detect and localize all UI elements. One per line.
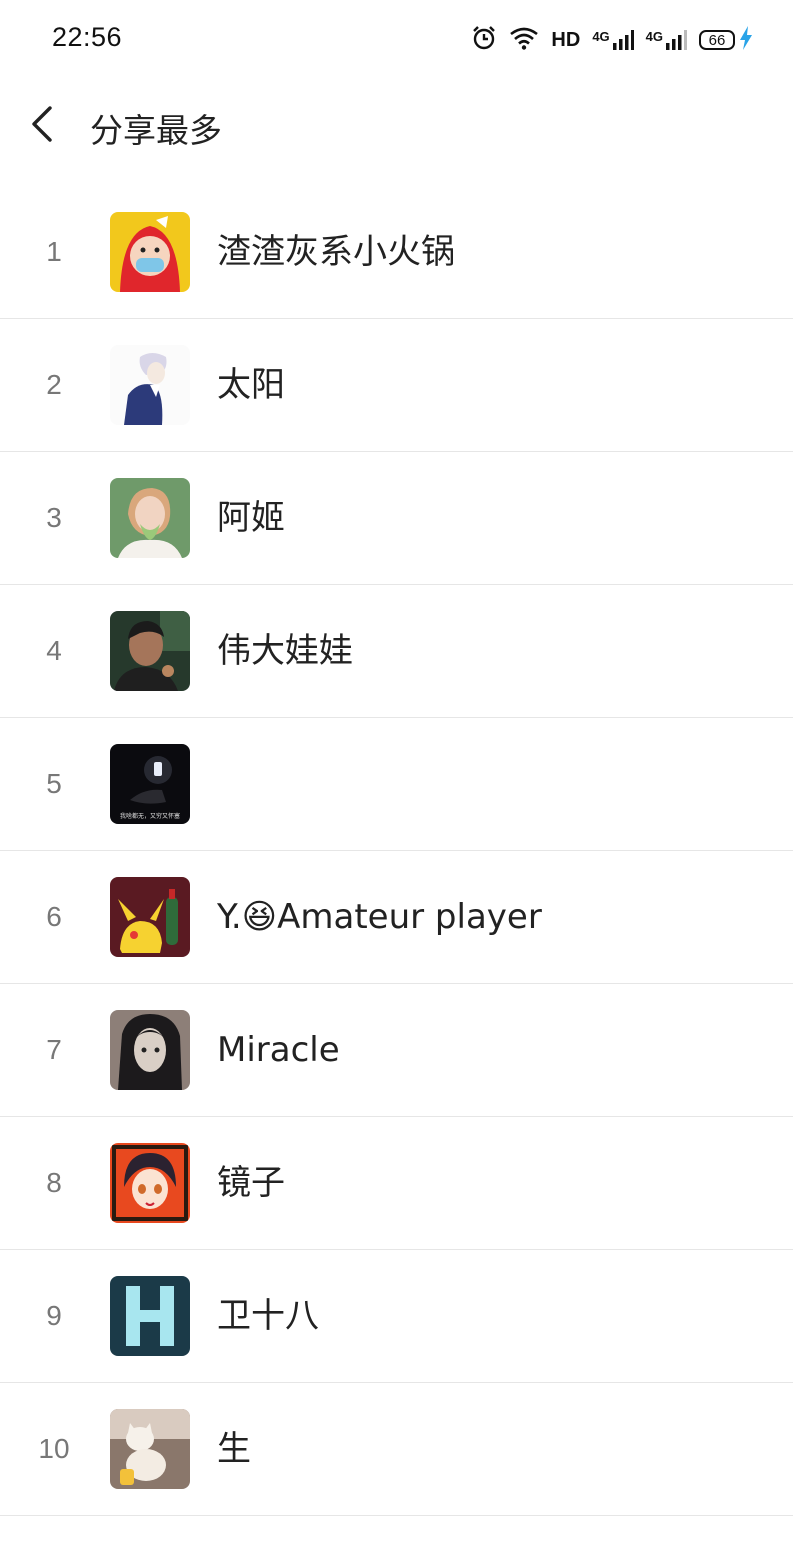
avatar [110, 1276, 190, 1356]
rank-number: 2 [46, 369, 62, 400]
status-icons: HD 4G 4G 66 [459, 22, 753, 58]
avatar [110, 877, 190, 957]
user-name: 渣渣灰系小火锅 [217, 232, 455, 272]
avatar [110, 1143, 190, 1223]
rank-number: 10 [38, 1433, 70, 1464]
list-item[interactable]: 6 Y.😆Amateur player [0, 851, 793, 984]
list-item[interactable]: 4 伟大娃娃 [0, 585, 793, 718]
chevron-left-icon [32, 106, 52, 142]
list-item[interactable]: 7 Miracle [0, 984, 793, 1117]
avatar [110, 1010, 190, 1090]
battery-icon: 66 [699, 30, 735, 50]
status-time: 22:56 [52, 22, 123, 52]
avatar-caption: 我啥都无，又穷又怀塞 [120, 812, 180, 820]
user-name: 太阳 [217, 365, 285, 405]
avatar [110, 212, 190, 292]
avatar [110, 345, 190, 425]
user-name: 伟大娃娃 [217, 631, 353, 671]
hd-label: HD [551, 28, 581, 51]
rank-number: 9 [46, 1300, 62, 1331]
page-title: 分享最多 [90, 111, 222, 150]
avatar [110, 478, 190, 558]
user-name: 卫十八 [217, 1296, 319, 1336]
wifi-icon [509, 26, 539, 54]
signal-icon-2: 4G [646, 29, 687, 51]
avatar [110, 1409, 190, 1489]
user-name: 生 [217, 1429, 251, 1469]
user-name: 阿姬 [217, 498, 285, 538]
user-name: Miracle [217, 1030, 340, 1070]
list-item[interactable]: 9 卫十八 [0, 1250, 793, 1383]
signal-label-2: 4G [645, 29, 663, 44]
alarm-icon [471, 25, 497, 55]
rank-number: 3 [46, 502, 62, 533]
rank-number: 5 [46, 768, 62, 799]
list-item[interactable]: 3 阿姬 [0, 452, 793, 585]
status-bar: 22:56 HD 4G 4G 66 [0, 0, 793, 80]
rank-number: 7 [46, 1034, 62, 1065]
charging-bolt-icon [739, 26, 753, 54]
user-name: Y.😆Amateur player [217, 897, 542, 937]
rank-number: 6 [46, 901, 62, 932]
signal-icon: 4G [592, 29, 634, 51]
back-button[interactable] [26, 104, 62, 144]
list-item[interactable]: 1 渣渣灰系小火锅 [0, 186, 793, 319]
ranking-list: 1 渣渣灰系小火锅 2 太阳 3 阿姬 4 伟大娃娃 5 我啥都无，又穷又怀塞 … [0, 186, 793, 1516]
user-name: 镜子 [217, 1163, 285, 1203]
list-item[interactable]: 10 生 [0, 1383, 793, 1516]
header: 分享最多 [0, 80, 793, 180]
list-item[interactable]: 5 我啥都无，又穷又怀塞 [0, 718, 793, 851]
signal-label: 4G [592, 29, 610, 44]
rank-number: 8 [46, 1167, 62, 1198]
avatar [110, 611, 190, 691]
list-item[interactable]: 2 太阳 [0, 319, 793, 452]
list-item[interactable]: 8 镜子 [0, 1117, 793, 1250]
rank-number: 4 [46, 635, 62, 666]
rank-number: 1 [46, 236, 62, 267]
avatar: 我啥都无，又穷又怀塞 [110, 744, 190, 824]
